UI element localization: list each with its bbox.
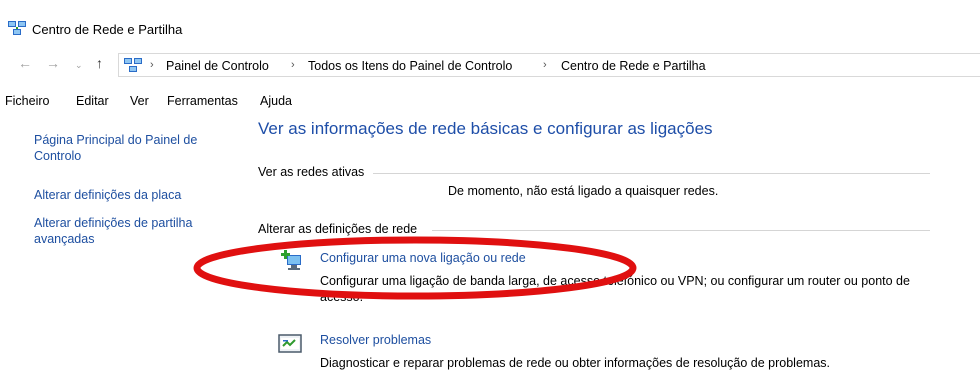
sidebar-item-control-panel-home[interactable]: Página Principal do Painel de Controlo	[34, 132, 224, 164]
page-title: Ver as informações de rede básicas e con…	[258, 119, 713, 138]
change-settings-label: Alterar as definições de rede	[258, 222, 418, 236]
troubleshoot-icon	[278, 333, 302, 355]
menu-tools[interactable]: Ferramentas	[167, 94, 238, 108]
breadcrumb-separator-icon: ›	[291, 59, 295, 71]
section-divider	[432, 230, 930, 231]
network-center-icon	[8, 20, 26, 39]
menu-file[interactable]: Ficheiro	[5, 94, 49, 108]
back-arrow-icon[interactable]: ←	[18, 55, 32, 71]
forward-arrow-icon[interactable]: →	[46, 55, 60, 71]
address-network-icon	[124, 57, 142, 76]
section-divider	[373, 173, 930, 174]
highlight-annotation	[193, 236, 637, 300]
menu-help[interactable]: Ajuda	[260, 94, 292, 108]
title-bar: Centro de Rede e Partilha	[0, 0, 980, 42]
troubleshoot-link[interactable]: Resolver problemas	[320, 333, 431, 347]
troubleshoot-description: Diagnosticar e reparar problemas de rede…	[320, 356, 831, 370]
breadcrumb-item[interactable]: Todos os Itens do Painel de Controlo	[308, 59, 512, 73]
breadcrumb-item[interactable]: Centro de Rede e Partilha	[561, 59, 706, 73]
active-networks-label: Ver as redes ativas	[258, 165, 365, 179]
breadcrumb-separator-icon: ›	[150, 59, 154, 71]
dropdown-chevron-icon[interactable]: ⌄	[75, 60, 83, 71]
menu-view[interactable]: Ver	[130, 94, 149, 108]
menu-edit[interactable]: Editar	[76, 94, 109, 108]
sidebar-item-adapter-settings[interactable]: Alterar definições da placa	[34, 187, 234, 203]
breadcrumb-separator-icon: ›	[543, 59, 547, 71]
breadcrumb-item[interactable]: Painel de Controlo	[166, 59, 269, 73]
no-connection-text: De momento, não está ligado a quaisquer …	[448, 184, 719, 198]
window-title: Centro de Rede e Partilha	[32, 22, 183, 37]
up-arrow-icon[interactable]: ↑	[96, 55, 103, 71]
